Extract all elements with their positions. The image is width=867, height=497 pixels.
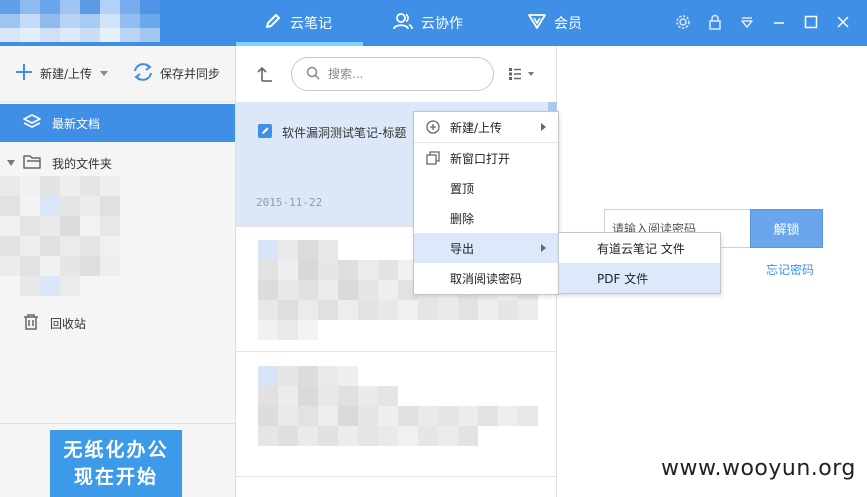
- new-upload-label: 新建/上传: [40, 66, 93, 81]
- sidebar-item-label: 回收站: [50, 316, 87, 331]
- title-bar: 云笔记 云协作 会员: [0, 0, 867, 46]
- export-submenu: 有道云笔记 文件 PDF 文件: [558, 232, 721, 294]
- search-icon: [306, 66, 320, 83]
- vip-icon: [528, 13, 546, 33]
- note-doc-icon: [258, 124, 272, 141]
- submenu-arrow-icon: [541, 123, 546, 131]
- folder-icon: [22, 154, 42, 173]
- lock-button[interactable]: [705, 13, 725, 33]
- tab-notes[interactable]: 云笔记: [264, 0, 332, 46]
- menu-item-label: 取消阅读密码: [450, 271, 523, 286]
- tab-collaboration-label: 云协作: [421, 16, 463, 32]
- forgot-password-link[interactable]: 忘记密码: [766, 261, 814, 278]
- note-title: 软件漏洞测试笔记-标题: [258, 124, 406, 141]
- menu-item-label: 新窗口打开: [450, 151, 511, 166]
- gear-icon: [675, 14, 691, 33]
- menu-item-open-new-window[interactable]: 新窗口打开: [414, 143, 558, 173]
- note-date: 2015-11-22: [256, 196, 323, 209]
- search-input[interactable]: [328, 67, 478, 81]
- tab-collaboration[interactable]: 云协作: [393, 0, 463, 46]
- sync-icon: [132, 62, 154, 85]
- tab-vip[interactable]: 会员: [528, 0, 582, 46]
- close-icon: [836, 15, 850, 32]
- sidebar-item-label: 最新文档: [52, 116, 101, 131]
- maximize-icon: [804, 15, 818, 32]
- expand-triangle-icon: [6, 156, 16, 170]
- submenu-item-youdao-file[interactable]: 有道云笔记 文件: [559, 233, 720, 263]
- context-menu: 新建/上传 新窗口打开 置顶 删除 导出 取消阅读密码: [413, 111, 559, 295]
- menu-item-label: 新建/上传: [450, 120, 503, 135]
- minimize-button[interactable]: [769, 13, 789, 33]
- menu-item-label: 导出: [450, 241, 475, 256]
- up-level-button[interactable]: [256, 65, 274, 86]
- watermark: www.wooyun.org: [661, 456, 856, 481]
- promo-banner[interactable]: 无纸化办公 现在开始: [50, 430, 182, 497]
- pencil-icon: [264, 12, 282, 34]
- layers-icon: [22, 113, 42, 134]
- settings-button[interactable]: [673, 13, 693, 33]
- new-window-icon: [426, 151, 440, 168]
- minimize-icon: [772, 15, 786, 32]
- menu-item-remove-read-password[interactable]: 取消阅读密码: [414, 263, 558, 293]
- banner-line-1: 无纸化办公: [63, 439, 169, 461]
- submenu-item-pdf-file[interactable]: PDF 文件: [559, 263, 720, 293]
- blurred-logo-area: [0, 0, 180, 46]
- view-mode-button[interactable]: [508, 67, 536, 84]
- new-upload-button[interactable]: 新建/上传: [14, 62, 109, 85]
- menu-item-new-upload[interactable]: 新建/上传: [414, 112, 558, 142]
- plus-icon: [14, 62, 34, 85]
- sidebar-divider: [0, 423, 235, 424]
- menu-item-delete[interactable]: 删除: [414, 203, 558, 233]
- maximize-button[interactable]: [801, 13, 821, 33]
- tab-notes-label: 云笔记: [290, 16, 332, 32]
- caret-down-icon: [100, 66, 109, 80]
- unlock-button[interactable]: 解锁: [750, 209, 823, 248]
- menu-item-label: 有道云笔记 文件: [597, 241, 685, 256]
- submenu-arrow-icon: [541, 244, 546, 252]
- sidebar-item-recent[interactable]: 最新文档: [0, 104, 235, 142]
- users-icon: [393, 12, 413, 34]
- menu-item-label: 删除: [450, 211, 475, 226]
- menu-item-label: PDF 文件: [597, 271, 649, 286]
- note-divider: [236, 351, 557, 352]
- menu-item-label: 置顶: [450, 181, 475, 196]
- tab-vip-label: 会员: [554, 16, 582, 32]
- note-list-toolbar: [236, 46, 557, 102]
- plus-circle-icon: [426, 120, 440, 137]
- lock-icon: [708, 14, 722, 33]
- search-box[interactable]: [291, 57, 494, 91]
- sidebar-toolbar: 新建/上传 保存并同步: [0, 46, 236, 102]
- save-sync-label: 保存并同步: [160, 66, 221, 81]
- dropdown-icon: [740, 15, 754, 32]
- close-button[interactable]: [833, 13, 853, 33]
- list-view-icon: [508, 68, 536, 84]
- sidebar-item-label: 我的文件夹: [52, 156, 113, 171]
- banner-line-2: 现在开始: [73, 466, 158, 488]
- note-divider: [236, 476, 557, 477]
- save-sync-button[interactable]: 保存并同步: [132, 62, 220, 84]
- sidebar: 新建/上传 保存并同步 最新文档 我的文件夹 回收站 无纸化办公 现在开始: [0, 46, 236, 497]
- menu-item-export[interactable]: 导出: [414, 233, 558, 263]
- sidebar-item-trash[interactable]: 回收站: [0, 304, 235, 342]
- trash-icon: [22, 313, 40, 334]
- up-arrow-icon: [256, 66, 274, 86]
- menu-item-pin-top[interactable]: 置顶: [414, 173, 558, 203]
- menu-dropdown-button[interactable]: [737, 13, 757, 33]
